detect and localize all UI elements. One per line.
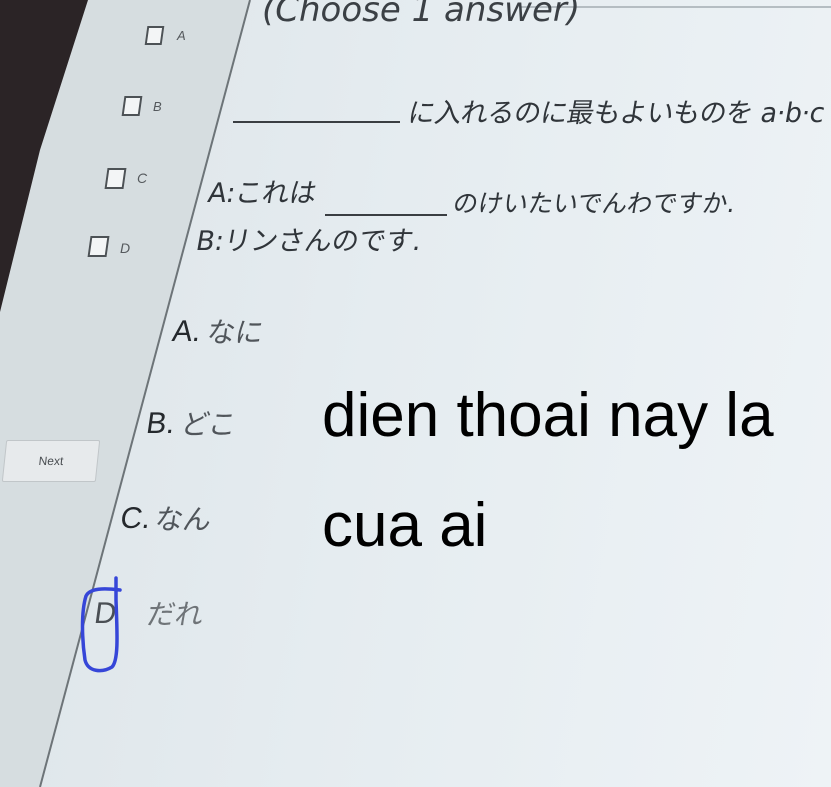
dialogue-line-b: B:リンさんのです. xyxy=(193,226,425,257)
option-d-text: だれ xyxy=(144,598,207,631)
checkbox-square[interactable] xyxy=(121,96,143,116)
dialogue-line-a-end: のけいたいでんわですか. xyxy=(450,189,739,218)
checkbox-label: C xyxy=(137,170,148,186)
dialogue-blank-line xyxy=(325,214,447,216)
next-button[interactable]: Next xyxy=(1,440,101,482)
answer-checkbox-d[interactable]: D xyxy=(87,236,139,260)
caption-line-1: dien thoai nay la xyxy=(322,381,774,450)
caption-line-2: cua ai xyxy=(322,491,488,560)
answer-checkbox-c[interactable]: C xyxy=(104,168,156,192)
quiz-screen: (Choose 1 answer) A B C D Next に入れるのに最もよ… xyxy=(0,0,831,787)
option-a-text: なに xyxy=(204,316,267,349)
dialogue-line-a-start: A:これは xyxy=(205,178,320,209)
option-b-letter: B. xyxy=(144,407,178,440)
option-c-letter: C. xyxy=(118,502,153,535)
instruction-text: (Choose 1 answer) xyxy=(262,0,581,30)
answer-checkbox-b[interactable]: B xyxy=(121,96,173,118)
checkbox-label: A xyxy=(177,28,186,43)
question-blank-line xyxy=(233,121,400,123)
answer-checkbox-a[interactable]: A xyxy=(144,26,196,48)
checkbox-label: B xyxy=(153,99,162,114)
option-a-letter: A. xyxy=(170,315,204,348)
option-c-text: なん xyxy=(152,503,215,536)
question-prompt: に入れるのに最もよいものを a·b·c xyxy=(405,98,827,129)
checkbox-label: D xyxy=(120,240,131,256)
checkbox-square[interactable] xyxy=(104,168,127,189)
checkbox-square[interactable] xyxy=(87,236,110,257)
option-b-text: どこ xyxy=(178,408,240,441)
checkbox-square[interactable] xyxy=(144,26,165,45)
